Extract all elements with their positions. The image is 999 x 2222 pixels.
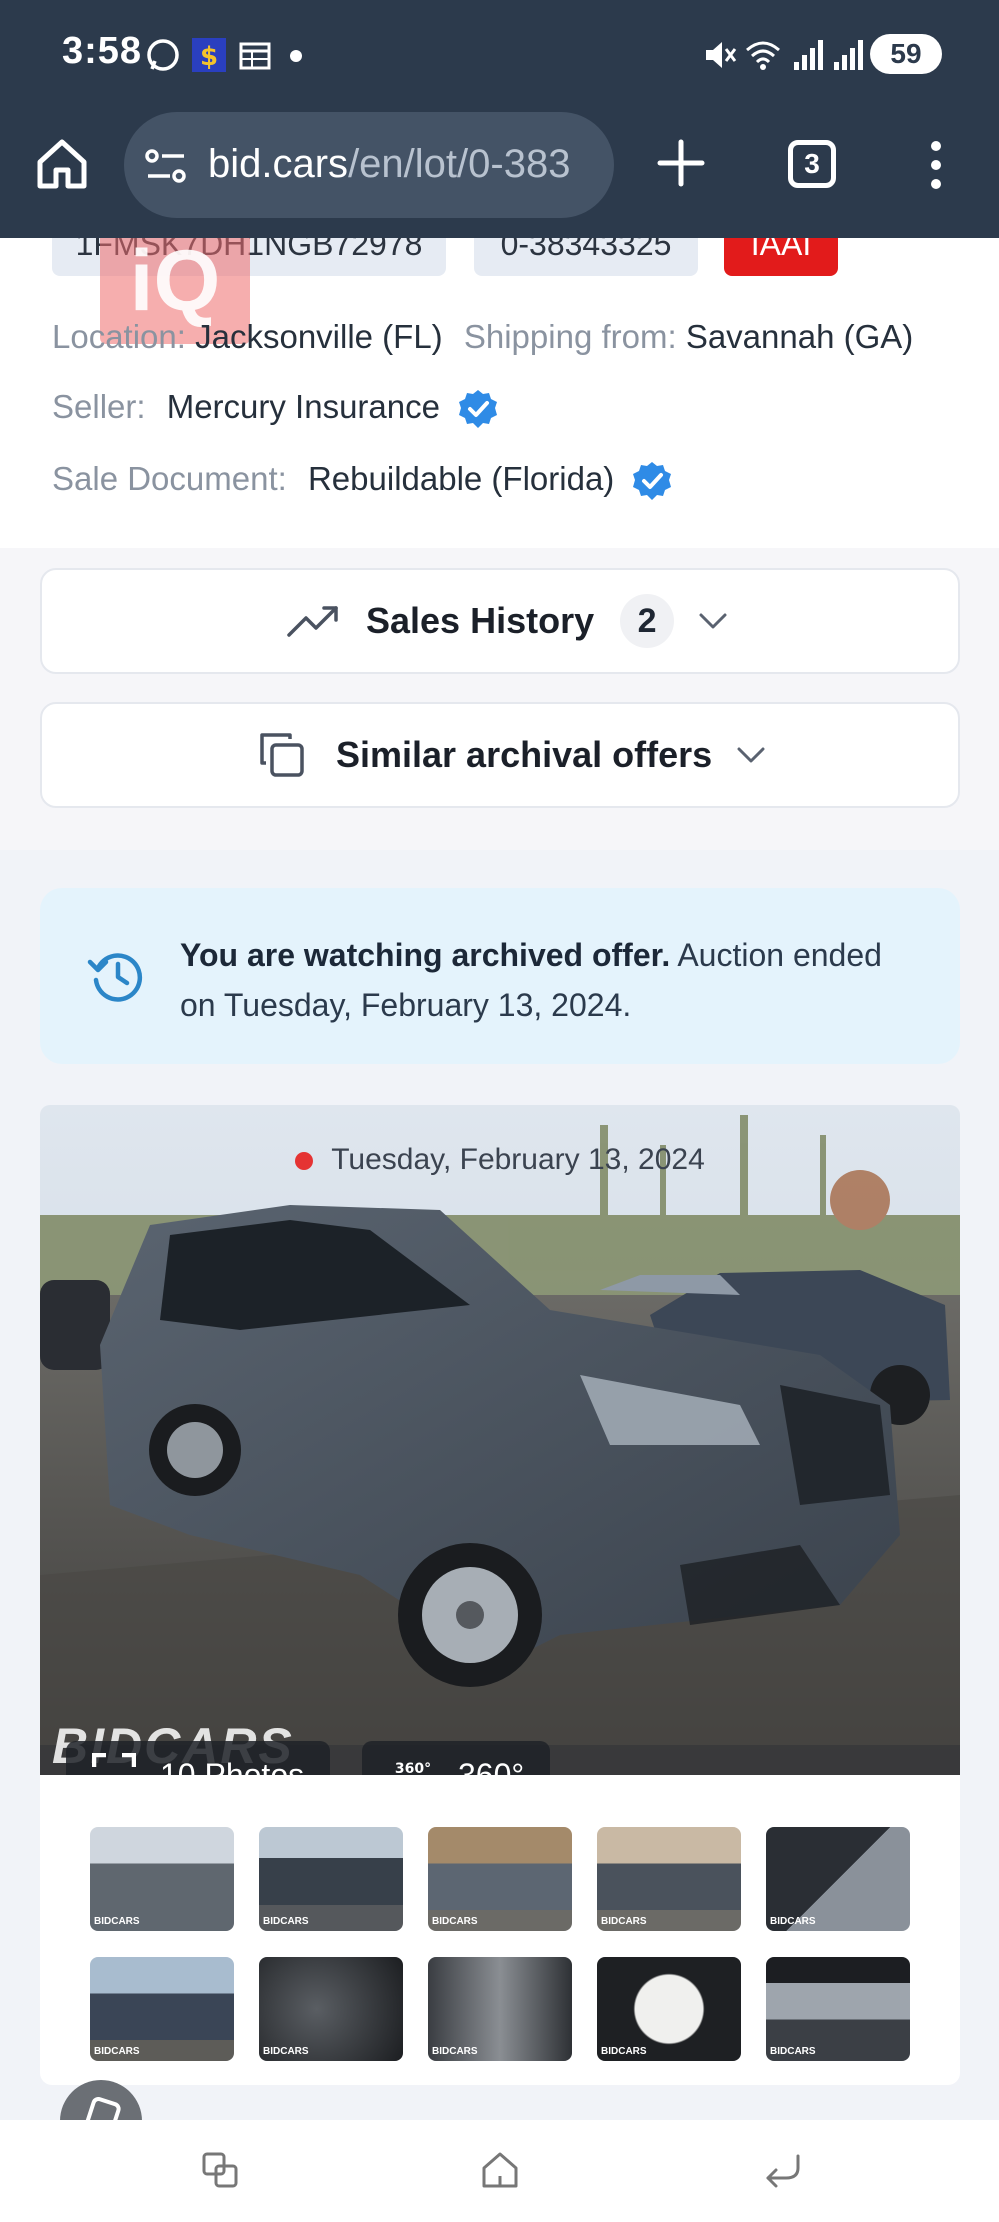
thumbnail-7[interactable]: BIDCARS <box>259 1957 403 2061</box>
thumbnail-6[interactable]: BIDCARS <box>90 1957 234 2061</box>
more-menu-icon[interactable] <box>926 140 946 190</box>
lot-number-chip[interactable]: 0-38343325 <box>474 238 698 276</box>
shipping-label: Shipping from: <box>463 318 677 355</box>
photos-button[interactable]: 10 Photos <box>66 1741 331 1776</box>
verified-badge-icon <box>459 390 498 429</box>
new-tab-icon[interactable] <box>656 138 706 188</box>
sales-history-title: Sales History <box>366 600 595 641</box>
thumbnail-4[interactable]: BIDCARS <box>597 1827 741 1931</box>
sale-document-label: Sale Document: <box>52 460 287 497</box>
shipping-value: Savannah (GA) <box>685 318 914 355</box>
similar-offers-title: Similar archival offers <box>336 734 713 775</box>
seller-row: Seller: Mercury Insurance <box>52 388 499 430</box>
seller-value[interactable]: Mercury Insurance <box>167 388 440 425</box>
address-bar[interactable]: bid.cars/en/lot/0-383 <box>124 112 614 218</box>
seller-label: Seller: <box>52 388 146 425</box>
view-360-label: 360° <box>458 1756 525 1776</box>
url-text[interactable]: bid.cars/en/lot/0-383 <box>208 142 603 187</box>
notice-bold: You are watching archived offer. <box>180 937 671 973</box>
site-settings-icon[interactable] <box>144 146 188 186</box>
chevron-down-icon <box>737 747 765 763</box>
lot-details: 1FMSK7DH1NGB72978 0-38343325 IAAI iQ Loc… <box>0 238 999 548</box>
whatsapp-icon <box>147 39 179 71</box>
thumbnail-5[interactable]: BIDCARS <box>766 1827 910 1931</box>
vehicle-photo <box>40 1105 960 1775</box>
thumbnail-1[interactable]: BIDCARS <box>90 1827 234 1931</box>
home-nav-icon[interactable] <box>478 2148 522 2192</box>
similar-offers-toggle[interactable]: Similar archival offers <box>40 702 960 808</box>
thumbnail-2[interactable]: BIDCARS <box>259 1827 403 1931</box>
thumbnail-grid: BIDCARS BIDCARS BIDCARS BIDCARS BIDCARS … <box>40 1775 960 2085</box>
dollar-app-icon: $ <box>192 38 226 72</box>
verified-badge-icon <box>633 462 672 501</box>
auction-badge: IAAI <box>724 238 838 276</box>
notice-text: You are watching archived offer. Auction… <box>180 930 900 1030</box>
battery-indicator: 59 <box>870 34 942 74</box>
status-bar: 3:58 $ 59 <box>0 0 999 110</box>
thumbnail-10[interactable]: BIDCARS <box>766 1957 910 2061</box>
sale-document-row: Sale Document: Rebuildable (Florida) <box>52 460 673 502</box>
sale-document-value: Rebuildable (Florida) <box>307 460 615 497</box>
view-360-icon-text: 360° <box>395 1761 431 1775</box>
svg-text:$: $ <box>200 42 218 72</box>
calendar-icon <box>239 42 271 70</box>
tab-switcher-button[interactable]: 3 <box>788 140 836 188</box>
sales-history-count: 2 <box>620 594 675 648</box>
archived-notice: You are watching archived offer. Auction… <box>40 888 960 1064</box>
fullscreen-icon <box>92 1753 136 1767</box>
location-value: Jacksonville (FL) <box>195 318 443 355</box>
browser-chrome: 3:58 $ 59 bid.cars/en/lot/0-383 3 <box>0 0 999 238</box>
chevron-down-icon <box>699 613 727 629</box>
location-row: Location: Jacksonville (FL) Shipping fro… <box>52 318 913 356</box>
sales-history-toggle[interactable]: Sales History 2 <box>40 568 960 674</box>
thumbnail-8[interactable]: BIDCARS <box>428 1957 572 2061</box>
location-label: Location: <box>52 318 186 355</box>
view-360-button[interactable]: 360° 360° <box>362 1741 551 1776</box>
status-time: 3:58 <box>62 30 143 72</box>
live-status-dot <box>295 1152 314 1171</box>
trending-up-icon <box>287 606 338 637</box>
thumbnail-9[interactable]: BIDCARS <box>597 1957 741 2061</box>
back-nav-icon[interactable] <box>760 2148 804 2192</box>
signal-icon <box>834 40 863 70</box>
history-icon <box>87 953 143 1002</box>
system-navigation-bar <box>0 2120 999 2222</box>
url-path: /en/lot/0-383 <box>348 142 571 186</box>
notification-dot <box>290 50 302 62</box>
photo-date-text: Tuesday, February 13, 2024 <box>331 1143 705 1176</box>
photos-count-label: 10 Photos <box>160 1756 305 1776</box>
copy-icon <box>260 733 304 777</box>
wifi-icon <box>746 41 780 70</box>
signal-icon <box>794 40 823 70</box>
view-360-icon: 360° <box>395 1761 431 1775</box>
main-photo[interactable]: Tuesday, February 13, 2024 BIDCARS 10 Ph… <box>40 1105 960 1775</box>
recent-apps-icon[interactable] <box>198 2148 242 2192</box>
mute-icon <box>706 42 737 68</box>
url-host: bid.cars <box>208 142 349 186</box>
home-icon[interactable] <box>34 136 90 192</box>
page-content: 1FMSK7DH1NGB72978 0-38343325 IAAI iQ Loc… <box>0 238 999 2120</box>
photo-date: Tuesday, February 13, 2024 <box>40 1143 960 1177</box>
thumbnail-3[interactable]: BIDCARS <box>428 1827 572 1931</box>
